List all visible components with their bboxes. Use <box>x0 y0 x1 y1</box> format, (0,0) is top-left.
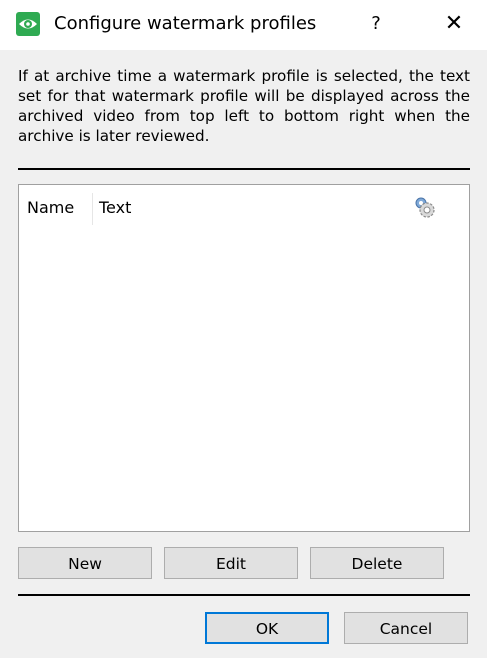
new-button[interactable]: New <box>18 547 152 579</box>
edit-button[interactable]: Edit <box>164 547 298 579</box>
cancel-button[interactable]: Cancel <box>344 612 468 644</box>
description-text: If at archive time a watermark profile i… <box>18 67 470 145</box>
title-bar: Configure watermark profiles ? ✕ <box>0 0 487 50</box>
help-button[interactable]: ? <box>363 10 389 38</box>
bottom-separator <box>18 594 470 596</box>
top-separator <box>18 168 470 170</box>
column-header-text[interactable]: Text <box>99 197 131 219</box>
ok-button[interactable]: OK <box>205 612 329 644</box>
window-title: Configure watermark profiles <box>54 13 317 34</box>
column-header-name[interactable]: Name <box>27 197 74 219</box>
close-button[interactable]: ✕ <box>437 8 471 40</box>
column-divider[interactable] <box>92 193 93 225</box>
eye-icon <box>16 12 40 36</box>
delete-button[interactable]: Delete <box>310 547 444 579</box>
gear-icon[interactable] <box>413 196 437 220</box>
watermark-profile-table[interactable]: Name Text <box>18 184 470 532</box>
